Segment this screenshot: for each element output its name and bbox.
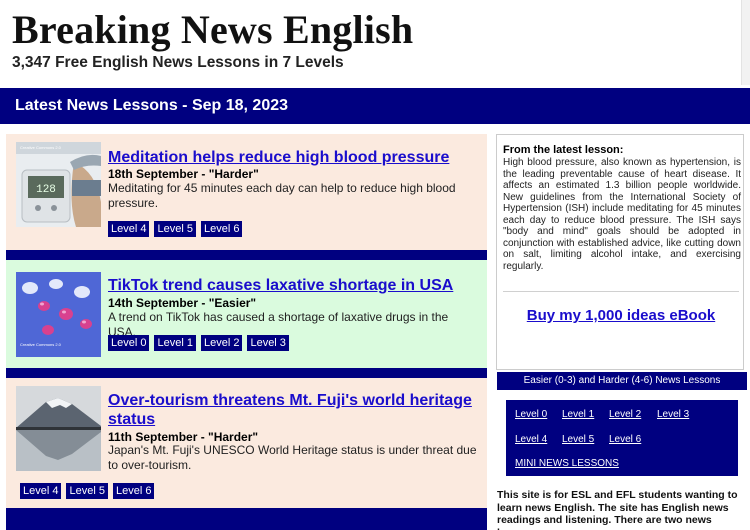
lesson-thumbnail[interactable]: Creative Commons 2.0 [16, 272, 101, 357]
lesson-item: Over-tourism threatens Mt. Fuji's world … [6, 378, 487, 508]
lesson-title-link[interactable]: Over-tourism threatens Mt. Fuji's world … [108, 391, 478, 429]
sidebar-level-4-link[interactable]: Level 4 [515, 434, 547, 445]
excerpt-heading: From the latest lesson: [503, 144, 624, 156]
lesson-thumbnail[interactable]: Creative Commons 2.0 128 [16, 142, 101, 227]
sidebar-level-2-link[interactable]: Level 2 [609, 409, 641, 420]
lesson-level-links: Level 4 Level 5 Level 6 [108, 221, 243, 237]
sidebar-level-1-link[interactable]: Level 1 [562, 409, 594, 420]
level-link[interactable]: Level 1 [154, 335, 196, 351]
lesson-level-links: Level 0 Level 1 Level 2 Level 3 [108, 335, 289, 351]
sidebar-level-0-link[interactable]: Level 0 [515, 409, 547, 420]
level-link[interactable]: Level 6 [200, 221, 243, 237]
sidebar-level-3-link[interactable]: Level 3 [657, 409, 689, 420]
lessons-list: Creative Commons 2.0 128 Meditation help… [6, 134, 487, 530]
sidebar-level-6-link[interactable]: Level 6 [609, 434, 641, 445]
lesson-item: Creative Commons 2.0 128 Meditation help… [6, 134, 487, 250]
lesson-level-links: Level 4 Level 5 Level 6 [20, 483, 155, 499]
lesson-date: 11th September - "Harder" [108, 430, 259, 444]
latest-news-banner: Latest News Lessons - Sep 18, 2023 [0, 88, 750, 124]
thumb-caption: Creative Commons 2.0 [20, 145, 62, 150]
excerpt-text: High blood pressure, also known as hyper… [503, 157, 741, 272]
levels-heading: Easier (0-3) and Harder (4-6) News Lesso… [497, 372, 747, 390]
svg-text:128: 128 [36, 184, 56, 196]
level-link[interactable]: Level 5 [66, 483, 108, 499]
top-scrollbar[interactable] [741, 0, 750, 85]
sidebar-level-5-link[interactable]: Level 5 [562, 434, 594, 445]
level-link[interactable]: Level 4 [108, 221, 150, 237]
lesson-description: Meditating for 45 minutes each day can h… [108, 181, 456, 210]
level-link[interactable]: Level 4 [20, 483, 62, 499]
lesson-description: Japan's Mt. Fuji's UNESCO World Heritage… [108, 443, 477, 472]
lesson-date: 18th September - "Harder" [108, 167, 259, 181]
level-links-box: Level 0 Level 1 Level 2 Level 3 Level 4 … [506, 400, 738, 476]
divider [503, 291, 739, 292]
level-link[interactable]: Level 3 [247, 335, 289, 351]
level-link[interactable]: Level 5 [154, 221, 196, 237]
lesson-title-link[interactable]: Meditation helps reduce high blood press… [108, 148, 478, 167]
lesson-thumbnail[interactable] [16, 386, 101, 471]
lesson-item: Creative Commons 2.0 TikTok trend causes… [6, 260, 487, 368]
latest-lesson-excerpt: From the latest lesson: High blood press… [496, 134, 744, 370]
ebook-link[interactable]: Buy my 1,000 ideas eBook [497, 307, 745, 324]
site-subtitle: 3,347 Free English News Lessons in 7 Lev… [12, 54, 344, 71]
mini-news-lessons-link[interactable]: MINI NEWS LESSONS [515, 458, 619, 469]
level-link[interactable]: Level 0 [108, 335, 150, 351]
site-title[interactable]: Breaking News English [12, 6, 413, 53]
level-link[interactable]: Level 6 [112, 483, 155, 499]
level-link[interactable]: Level 2 [200, 335, 243, 351]
lesson-date: 14th September - "Easier" [108, 296, 257, 310]
thumb-caption: Creative Commons 2.0 [20, 342, 62, 347]
site-about-text: This site is for ESL and EFL students wa… [497, 489, 738, 530]
lesson-title-link[interactable]: TikTok trend causes laxative shortage in… [108, 276, 478, 295]
